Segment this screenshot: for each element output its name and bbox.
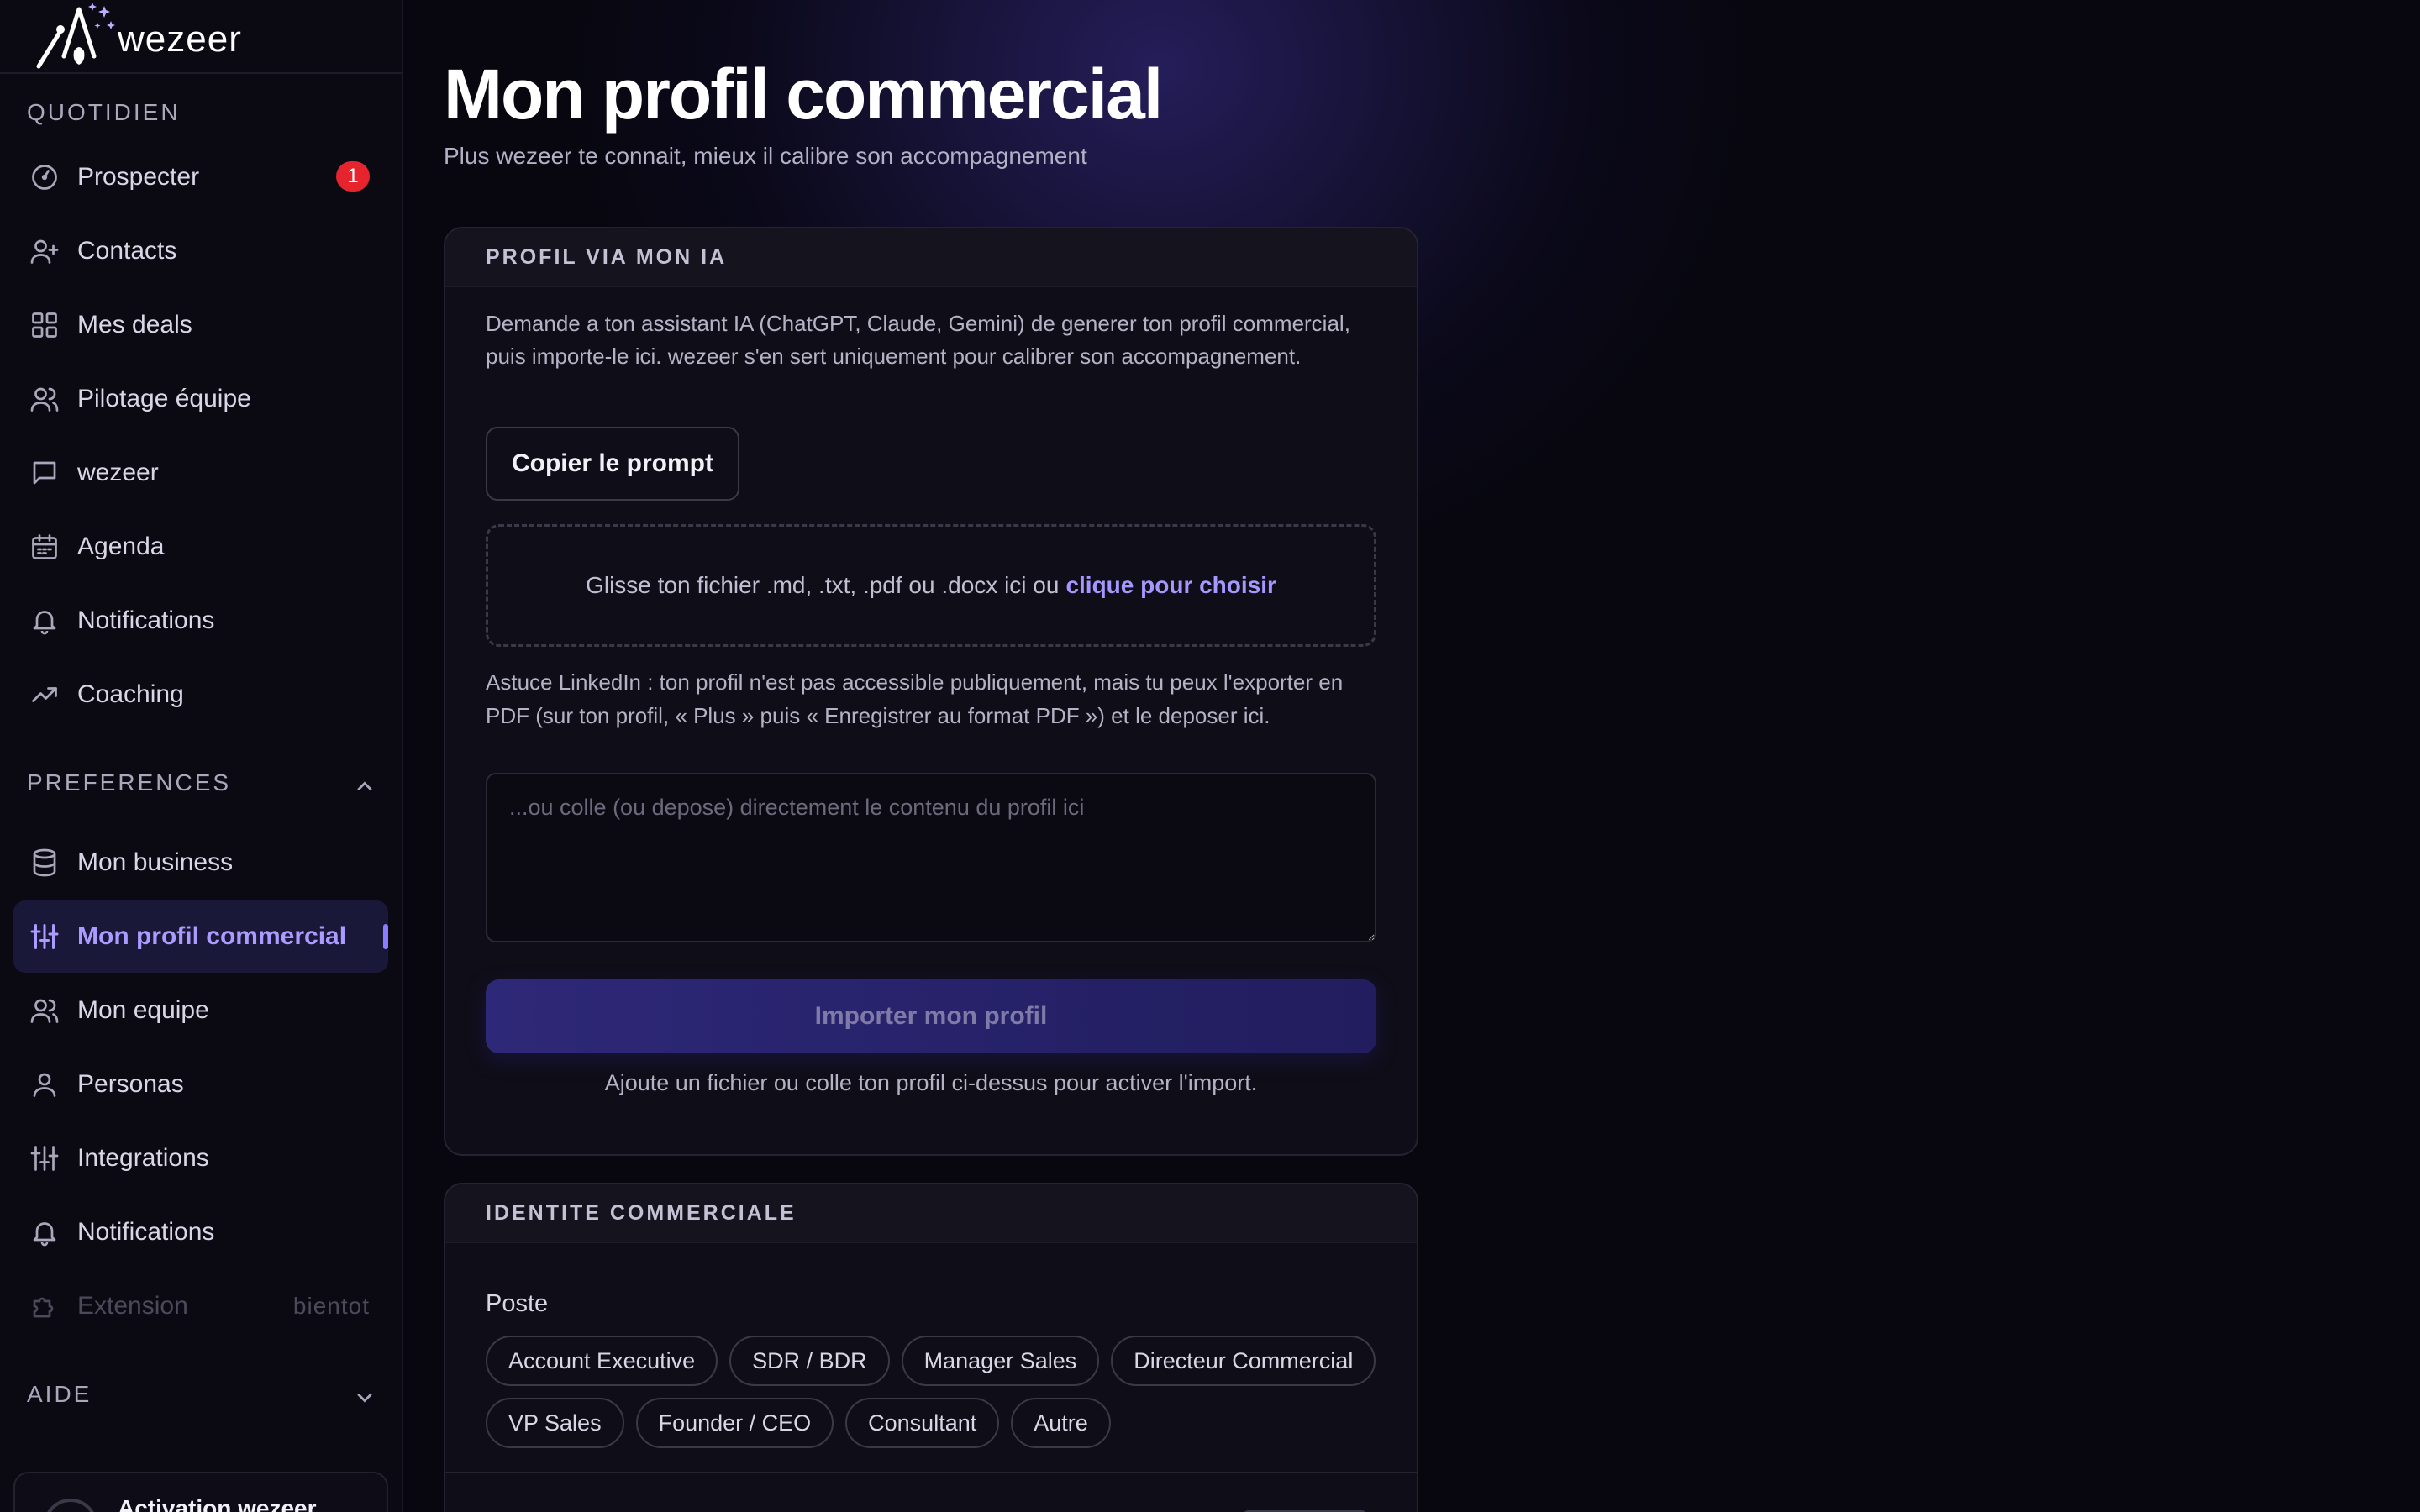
coming-soon-label: bientot [292,1293,370,1319]
sliders-icon [29,921,60,953]
sidebar-item-label: Contacts [77,237,177,265]
bell-icon [29,605,60,637]
notification-count-badge: 1 [336,161,370,192]
import-helper-text: Ajoute un fichier ou colle ton profil ci… [604,1070,1258,1095]
sidebar-item-contacts[interactable]: Contacts [13,215,388,287]
role-chip[interactable]: SDR / BDR [729,1336,890,1386]
section-title-preferences: PREFERENCES [27,769,232,795]
card-header: IDENTITE COMMERCIALE [445,1184,1417,1243]
sidebar-item-mon-equipe[interactable]: Mon equipe [13,974,388,1047]
page-title: Mon profil commercial [444,55,1163,134]
grid-icon [29,309,60,341]
field-label-poste: Poste [486,1290,549,1317]
dropzone-text: Glisse ton fichier .md, .txt, .pdf ou .d… [586,572,1060,598]
users-icon [29,383,60,415]
user-plus-icon [29,235,60,267]
sidebar-item-label: Personas [77,1070,184,1098]
role-chip[interactable]: Autre [1011,1398,1111,1448]
bell-icon [29,1216,60,1248]
users-icon [29,995,60,1026]
sidebar-item-mes-deals[interactable]: Mes deals [13,289,388,361]
sidebar-item-label: Notifications [77,1218,215,1246]
active-indicator [383,924,388,949]
sidebar-item-label: Notifications [77,606,215,634]
sidebar-item-notifications-settings[interactable]: Notifications [13,1196,388,1268]
sidebar-item-notifications[interactable]: Notifications [13,585,388,657]
chevron-down-icon[interactable] [353,1386,376,1410]
sidebar-item-label: Coaching [77,680,184,708]
puzzle-icon [29,1290,60,1322]
brand-name: wezeer [118,18,242,60]
sidebar-item-agenda[interactable]: Agenda [13,511,388,583]
sidebar-item-personas[interactable]: Personas [13,1048,388,1121]
sidebar-item-label: Agenda [77,533,165,560]
sidebar-item-label: Integrations [77,1144,209,1172]
role-chip[interactable]: Consultant [845,1398,1000,1448]
card-header: PROFIL VIA MON IA [445,228,1417,287]
file-dropzone[interactable]: Glisse ton fichier .md, .txt, .pdf ou .d… [486,524,1376,647]
commercial-identity-card: IDENTITE COMMERCIALE Poste Account Execu… [444,1183,1418,1512]
sidebar-item-label: Extension [77,1292,188,1320]
sidebar-item-mon-profil-commercial[interactable]: Mon profil commercial [13,900,388,973]
progress-ring-icon [44,1499,97,1512]
sidebar: wezeer QUOTIDIEN Prospecter 1 Contacts M… [0,0,403,1512]
role-chip-group: Account Executive SDR / BDR Manager Sale… [486,1336,1393,1460]
page-subtitle: Plus wezeer te connait, mieux il calibre… [444,143,1087,169]
sidebar-item-mon-business[interactable]: Mon business [13,827,388,899]
copy-prompt-button[interactable]: Copier le prompt [486,427,739,501]
section-title-daily: QUOTIDIEN [27,99,181,125]
card-description: Demande a ton assistant IA (ChatGPT, Cla… [486,311,1350,369]
activation-card[interactable]: Activation wezeer [13,1472,388,1512]
import-profile-button[interactable]: Importer mon profil [486,979,1376,1053]
compass-icon [29,161,60,193]
section-title-help: AIDE [27,1381,92,1407]
role-chip[interactable]: Manager Sales [901,1336,1100,1386]
sidebar-item-label: Mon profil commercial [77,922,347,950]
role-chip[interactable]: Founder / CEO [635,1398,834,1448]
sliders-icon [29,1142,60,1174]
linkedin-tip: Astuce LinkedIn : ton profil n'est pas a… [486,669,1344,728]
sidebar-item-coaching[interactable]: Coaching [13,659,388,731]
divider [445,1472,1417,1473]
chevron-up-icon[interactable] [353,774,376,798]
choose-file-link[interactable]: clique pour choisir [1065,572,1276,599]
calendar-icon [29,531,60,563]
ai-profile-card: PROFIL VIA MON IA Demande a ton assistan… [444,227,1418,1156]
role-chip[interactable]: Account Executive [486,1336,718,1386]
role-chip[interactable]: Directeur Commercial [1111,1336,1376,1386]
sidebar-item-label: Mon equipe [77,996,209,1024]
wizard-logo-icon [27,1,119,71]
user-icon [29,1068,60,1100]
sidebar-item-prospecter[interactable]: Prospecter 1 [13,141,388,213]
profile-paste-textarea[interactable] [486,773,1376,942]
sidebar-item-label: Pilotage équipe [77,385,251,412]
sidebar-item-wezeer[interactable]: wezeer [13,437,388,509]
sidebar-item-extension: Extension bientot [13,1270,388,1342]
sidebar-item-label: Mon business [77,848,234,876]
logo[interactable]: wezeer [0,0,402,74]
activation-label: Activation wezeer [118,1495,317,1512]
database-icon [29,847,60,879]
sidebar-item-integrations[interactable]: Integrations [13,1122,388,1194]
role-chip[interactable]: VP Sales [486,1398,624,1448]
sidebar-item-label: Prospecter [77,163,200,191]
trending-up-icon [29,679,60,711]
chat-icon [29,457,60,489]
sidebar-item-label: Mes deals [77,311,192,339]
sidebar-item-label: wezeer [77,459,159,486]
sidebar-item-pilotage-equipe[interactable]: Pilotage équipe [13,363,388,435]
